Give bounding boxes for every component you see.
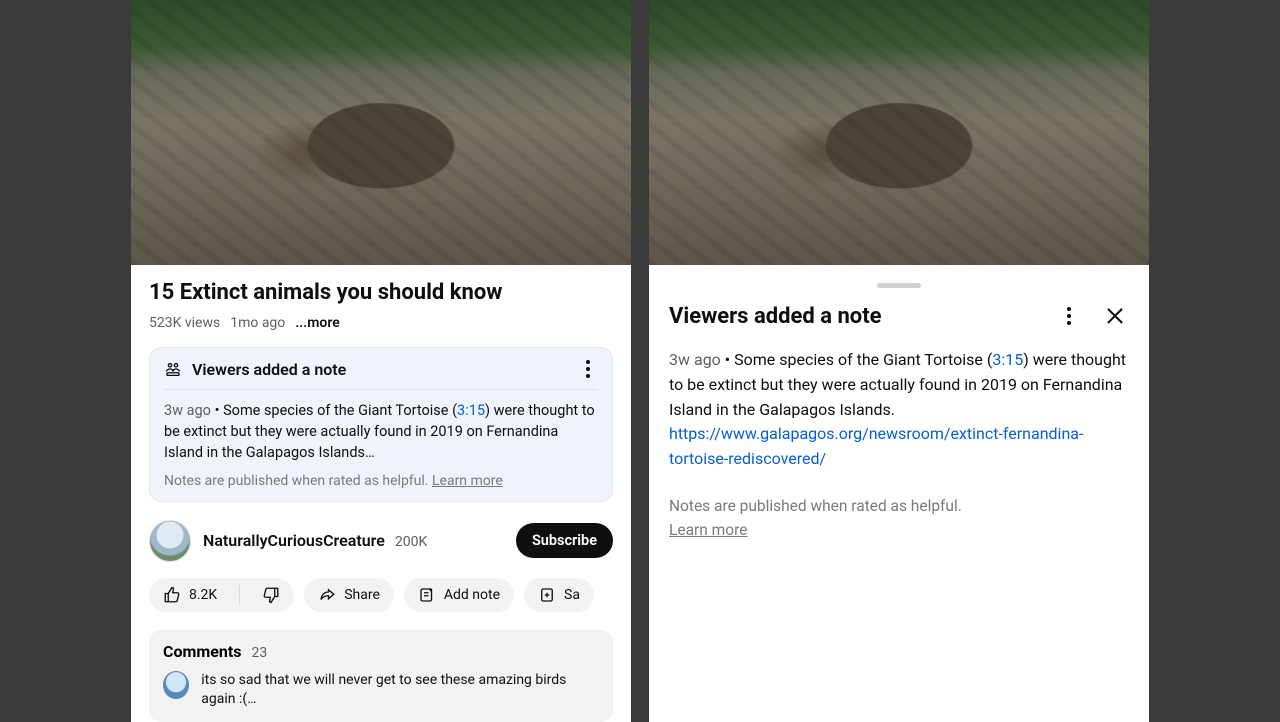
sheet-grabber[interactable]: [877, 283, 921, 288]
save-icon: [538, 586, 556, 604]
sheet-text-pre: Some species of the Giant Tortoise (: [734, 350, 992, 369]
share-icon: [318, 586, 336, 604]
viewer-note-body: 3w ago • Some species of the Giant Torto…: [164, 400, 598, 463]
comments-count: 23: [251, 645, 267, 661]
subscribe-button[interactable]: Subscribe: [516, 523, 613, 558]
channel-name: NaturallyCuriousCreature: [203, 531, 385, 550]
sheet-body: 3w ago • Some species of the Giant Torto…: [669, 348, 1129, 472]
action-row: 8.2K Share: [149, 578, 613, 612]
add-note-button[interactable]: Add note: [404, 578, 514, 612]
like-button[interactable]: 8.2K: [149, 578, 231, 612]
add-note-label: Add note: [444, 587, 500, 603]
video-views: 523K views: [149, 315, 220, 331]
channel-avatar[interactable]: [149, 520, 191, 562]
share-label: Share: [344, 587, 380, 603]
viewer-note-card[interactable]: Viewers added a note 3w ago • Some speci…: [149, 347, 613, 502]
commenter-avatar: [163, 671, 189, 699]
phone-right: Viewers added a note 3w ago • Some speci…: [649, 0, 1149, 722]
sheet-footer: Notes are published when rated as helpfu…: [669, 494, 1129, 542]
note-bottom-sheet: Viewers added a note 3w ago • Some speci…: [649, 265, 1149, 722]
share-button[interactable]: Share: [304, 578, 394, 612]
add-note-icon: [418, 586, 436, 604]
note-learn-more[interactable]: Learn more: [432, 473, 503, 489]
note-text-pre: Some species of the Giant Tortoise (: [223, 402, 457, 419]
channel-row: NaturallyCuriousCreature 200K Subscribe: [149, 520, 613, 562]
thumbs-up-icon: [163, 586, 181, 604]
note-footer: Notes are published when rated as helpfu…: [164, 473, 598, 489]
thumbs-down-icon: [262, 586, 280, 604]
viewer-note-heading: Viewers added a note: [192, 360, 568, 379]
sheet-source-link[interactable]: https://www.galapagos.org/newsroom/extin…: [669, 424, 1083, 468]
top-comment-text: its so sad that we will never get to see…: [201, 671, 599, 710]
channel-subs: 200K: [395, 534, 427, 550]
comments-section[interactable]: Comments 23 its so sad that we will neve…: [149, 630, 613, 722]
save-button[interactable]: Sa: [524, 578, 594, 612]
video-more[interactable]: ...more: [295, 315, 339, 331]
channel-name-wrap[interactable]: NaturallyCuriousCreature 200K: [203, 531, 427, 550]
close-button[interactable]: [1101, 302, 1129, 330]
community-note-icon: [164, 360, 182, 378]
video-thumbnail[interactable]: [649, 0, 1149, 265]
video-meta: 523K views 1mo ago ...more: [149, 315, 613, 331]
like-dislike-pill: 8.2K: [149, 578, 294, 612]
video-thumbnail[interactable]: [131, 0, 631, 265]
comments-label: Comments: [163, 642, 241, 661]
sheet-timestamp[interactable]: 3:15: [992, 350, 1023, 369]
dislike-button[interactable]: [248, 578, 294, 612]
sheet-note-age: 3w ago: [669, 350, 721, 369]
like-count: 8.2K: [189, 587, 217, 603]
video-age: 1mo ago: [230, 315, 285, 331]
sheet-learn-more[interactable]: Learn more: [669, 518, 747, 542]
sheet-title: Viewers added a note: [669, 304, 1049, 329]
note-menu-button[interactable]: [578, 360, 598, 378]
note-age: 3w ago: [164, 402, 211, 419]
phone-left: 15 Extinct animals you should know 523K …: [131, 0, 631, 722]
video-title[interactable]: 15 Extinct animals you should know: [149, 279, 613, 307]
note-footer-text: Notes are published when rated as helpfu…: [164, 473, 429, 489]
sheet-menu-button[interactable]: [1059, 307, 1079, 325]
note-timestamp[interactable]: 3:15: [457, 402, 485, 419]
sheet-footer-text: Notes are published when rated as helpfu…: [669, 497, 962, 515]
save-label: Sa: [564, 587, 580, 603]
